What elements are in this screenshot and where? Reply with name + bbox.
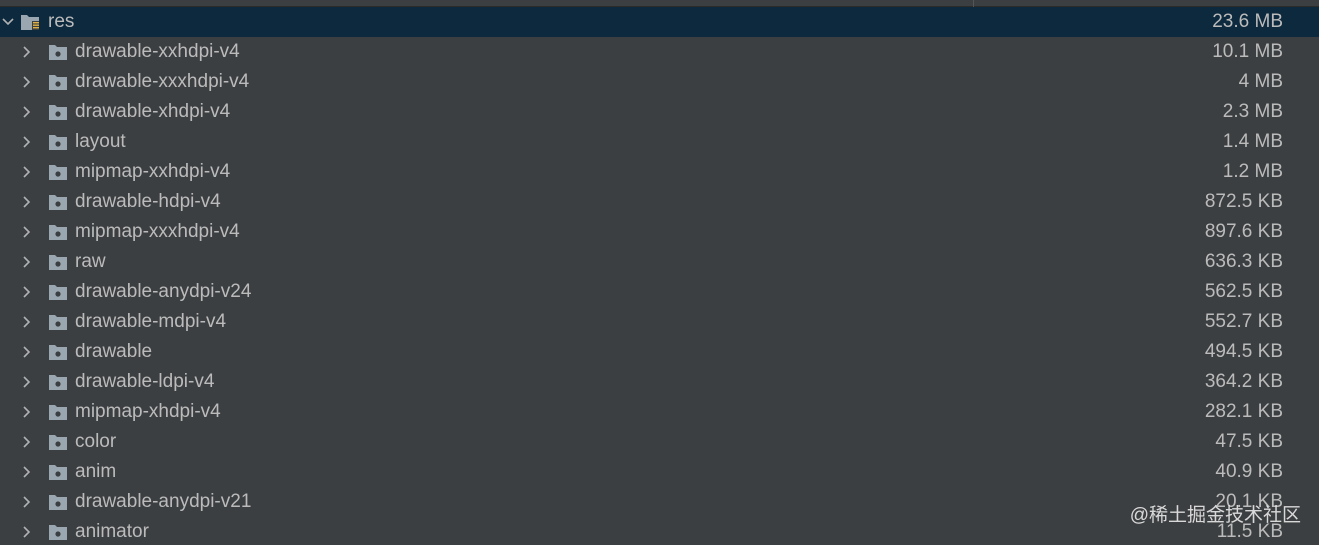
tree-item-label: mipmap-xxxhdpi-v4 bbox=[75, 221, 240, 242]
tree-item-label: drawable-hdpi-v4 bbox=[75, 191, 221, 212]
folder-icon bbox=[49, 75, 67, 90]
tree-row[interactable]: animator 11.5 KB bbox=[0, 517, 1319, 545]
tree-row[interactable]: drawable-xxxhdpi-v4 4 MB bbox=[0, 67, 1319, 97]
chevron-down-icon[interactable] bbox=[0, 14, 16, 30]
tree-item-label: res bbox=[48, 11, 75, 32]
tree-item-label: drawable bbox=[75, 341, 153, 362]
chevron-right-icon[interactable] bbox=[19, 434, 35, 450]
tree-row[interactable]: anim 40.9 KB bbox=[0, 457, 1319, 487]
tree-row[interactable]: layout 1.4 MB bbox=[0, 127, 1319, 157]
chevron-right-icon[interactable] bbox=[19, 404, 35, 420]
tree-item-label: drawable-xhdpi-v4 bbox=[75, 101, 231, 122]
watermark: @稀土掘金技术社区 bbox=[1129, 505, 1301, 526]
tree-item-size: 4 MB bbox=[1238, 71, 1283, 92]
folder-icon bbox=[49, 285, 67, 300]
tree-row[interactable]: drawable-mdpi-v4 552.7 KB bbox=[0, 307, 1319, 337]
tree-item-size: 636.3 KB bbox=[1204, 251, 1283, 272]
chevron-right-icon[interactable] bbox=[19, 524, 35, 540]
tree-item-label: animator bbox=[75, 521, 149, 542]
folder-icon bbox=[49, 495, 67, 510]
tree-item-size: 364.2 KB bbox=[1204, 371, 1283, 392]
tree-item-size: 872.5 KB bbox=[1204, 191, 1283, 212]
folder-icon bbox=[49, 525, 67, 540]
tree-row[interactable]: mipmap-xxhdpi-v4 1.2 MB bbox=[0, 157, 1319, 187]
chevron-right-icon[interactable] bbox=[19, 134, 35, 150]
tree-item-size: 23.6 MB bbox=[1212, 11, 1283, 32]
folder-icon bbox=[49, 345, 67, 360]
tree-row[interactable]: drawable-ldpi-v4 364.2 KB bbox=[0, 367, 1319, 397]
tree-item-label: drawable-anydpi-v24 bbox=[75, 281, 252, 302]
chevron-right-icon[interactable] bbox=[19, 104, 35, 120]
tree-item-size: 10.1 MB bbox=[1212, 41, 1283, 62]
folder-icon bbox=[49, 225, 67, 240]
folder-icon bbox=[49, 45, 67, 60]
folder-icon bbox=[49, 195, 67, 210]
column-header-bar bbox=[0, 0, 1319, 7]
chevron-right-icon[interactable] bbox=[19, 494, 35, 510]
tree-row[interactable]: drawable 494.5 KB bbox=[0, 337, 1319, 367]
folder-icon bbox=[49, 105, 67, 120]
folder-icon bbox=[49, 435, 67, 450]
tree-item-label: drawable-xxhdpi-v4 bbox=[75, 41, 240, 62]
tree-item-label: drawable-anydpi-v21 bbox=[75, 491, 252, 512]
tree-row[interactable]: mipmap-xhdpi-v4 282.1 KB bbox=[0, 397, 1319, 427]
tree-item-size: 562.5 KB bbox=[1204, 281, 1283, 302]
tree-item-size: 282.1 KB bbox=[1204, 401, 1283, 422]
tree-item-label: raw bbox=[75, 251, 106, 272]
tree-item-size: 494.5 KB bbox=[1204, 341, 1283, 362]
tree-item-label: mipmap-xhdpi-v4 bbox=[75, 401, 221, 422]
tree-item-size: 2.3 MB bbox=[1222, 101, 1283, 122]
folder-icon bbox=[49, 405, 67, 420]
tree-row[interactable]: drawable-hdpi-v4 872.5 KB bbox=[0, 187, 1319, 217]
tree-item-label: drawable-ldpi-v4 bbox=[75, 371, 215, 392]
chevron-right-icon[interactable] bbox=[19, 464, 35, 480]
tree-item-label: anim bbox=[75, 461, 117, 482]
tree-row[interactable]: drawable-xxhdpi-v4 10.1 MB bbox=[0, 37, 1319, 67]
tree-row[interactable]: drawable-anydpi-v24 562.5 KB bbox=[0, 277, 1319, 307]
folder-icon bbox=[49, 375, 67, 390]
tree-item-size: 40.9 KB bbox=[1215, 461, 1283, 482]
chevron-right-icon[interactable] bbox=[19, 74, 35, 90]
folder-icon bbox=[49, 135, 67, 150]
chevron-right-icon[interactable] bbox=[19, 284, 35, 300]
tree-item-label: drawable-xxxhdpi-v4 bbox=[75, 71, 250, 92]
chevron-right-icon[interactable] bbox=[19, 164, 35, 180]
chevron-right-icon[interactable] bbox=[19, 344, 35, 360]
tree-item-label: color bbox=[75, 431, 117, 452]
tree-item-label: drawable-mdpi-v4 bbox=[75, 311, 227, 332]
tree-row[interactable]: mipmap-xxxhdpi-v4 897.6 KB bbox=[0, 217, 1319, 247]
chevron-right-icon[interactable] bbox=[19, 224, 35, 240]
folder-icon bbox=[49, 255, 67, 270]
tree-row-res[interactable]: res 23.6 MB bbox=[0, 7, 1319, 37]
tree-item-size: 897.6 KB bbox=[1204, 221, 1283, 242]
tree-item-size: 47.5 KB bbox=[1215, 431, 1283, 452]
chevron-right-icon[interactable] bbox=[19, 374, 35, 390]
resource-folder-icon bbox=[21, 15, 39, 30]
chevron-right-icon[interactable] bbox=[19, 194, 35, 210]
tree-item-size: 1.4 MB bbox=[1222, 131, 1283, 152]
tree-item-size: 1.2 MB bbox=[1222, 161, 1283, 182]
tree-item-label: mipmap-xxhdpi-v4 bbox=[75, 161, 231, 182]
folder-icon bbox=[49, 465, 67, 480]
tree-row[interactable]: drawable-anydpi-v21 20.1 KB bbox=[0, 487, 1319, 517]
tree-row[interactable]: raw 636.3 KB bbox=[0, 247, 1319, 277]
tree-item-size: 552.7 KB bbox=[1204, 311, 1283, 332]
tree-row[interactable]: color 47.5 KB bbox=[0, 427, 1319, 457]
chevron-right-icon[interactable] bbox=[19, 44, 35, 60]
tree-row[interactable]: drawable-xhdpi-v4 2.3 MB bbox=[0, 97, 1319, 127]
folder-icon bbox=[49, 165, 67, 180]
chevron-right-icon[interactable] bbox=[19, 314, 35, 330]
folder-icon bbox=[49, 315, 67, 330]
tree-item-label: layout bbox=[75, 131, 126, 152]
column-divider[interactable] bbox=[973, 0, 974, 7]
file-size-tree: res 23.6 MB drawable-xxhdpi-v4 10.1 MB dra… bbox=[0, 0, 1319, 545]
chevron-right-icon[interactable] bbox=[19, 254, 35, 270]
